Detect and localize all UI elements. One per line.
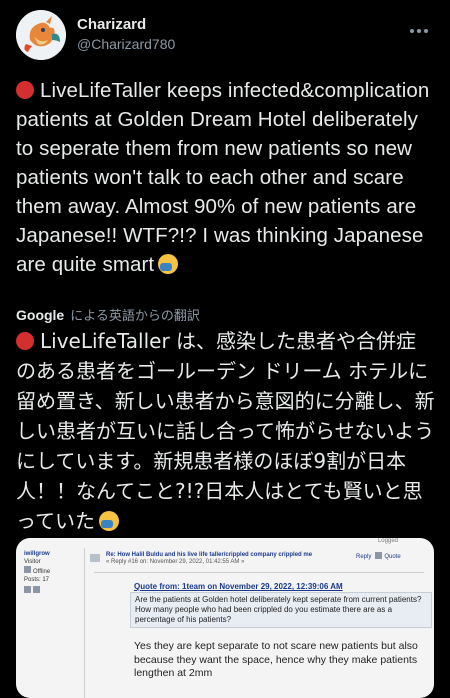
poster-posts: Posts: 17	[24, 577, 50, 583]
post-date: « Reply #16 on: November 29, 2022, 01:42…	[106, 559, 245, 565]
attached-image[interactable]: Logged iwillgrow Visitor Offline Posts: …	[16, 538, 434, 698]
quote-from: Quote from: 1team on November 29, 2022, …	[134, 582, 343, 591]
face-palm-icon	[99, 511, 119, 531]
charizard-avatar-icon	[16, 10, 66, 60]
face-palm-icon	[158, 254, 179, 274]
post-icon	[90, 554, 100, 562]
poster-status: Offline	[24, 566, 78, 576]
red-circle-icon	[16, 81, 34, 99]
user-handle[interactable]: @Charizard780	[77, 36, 175, 52]
quote-icon	[375, 552, 383, 559]
logged-label: Logged	[377, 538, 398, 544]
message-icon	[33, 586, 40, 593]
post-buttons: Reply Quote	[356, 552, 401, 560]
avatar[interactable]	[16, 10, 66, 60]
poster-username: iwillgrow	[24, 551, 50, 557]
translated-text: LiveLifeTaller は、感染した患者や合併症のある患者をゴールーデン …	[16, 326, 436, 536]
post-answer: Yes they are kept separate to not scare …	[134, 640, 418, 679]
translation-attribution[interactable]: Google による英語からの翻訳	[16, 305, 200, 324]
tweet-header: Charizard @Charizard780	[0, 0, 450, 70]
poster-icons	[24, 586, 78, 596]
offline-icon	[24, 566, 31, 573]
display-name[interactable]: Charizard	[77, 16, 146, 33]
red-circle-icon	[16, 332, 34, 350]
profile-icon	[24, 586, 31, 593]
reply-label: Reply	[356, 554, 372, 560]
translated-body: LiveLifeTaller は、感染した患者や合併症のある患者をゴールーデン …	[16, 329, 435, 533]
tweet-body: LiveLifeTaller keeps infected&complicati…	[16, 79, 430, 276]
quote-label: Quote	[384, 554, 401, 560]
google-logo: Google	[16, 307, 65, 323]
more-options-icon[interactable]	[410, 20, 434, 33]
translation-label[interactable]: による英語からの翻訳	[70, 308, 200, 323]
post-divider	[94, 572, 424, 573]
post-title: Re: How Halil Buldu and his live life ta…	[106, 552, 326, 566]
quote-block: Are the patients at Golden hotel deliber…	[130, 592, 432, 628]
poster-role: Visitor	[24, 559, 41, 565]
tweet-text: LiveLifeTaller keeps infected&complicati…	[16, 76, 436, 279]
